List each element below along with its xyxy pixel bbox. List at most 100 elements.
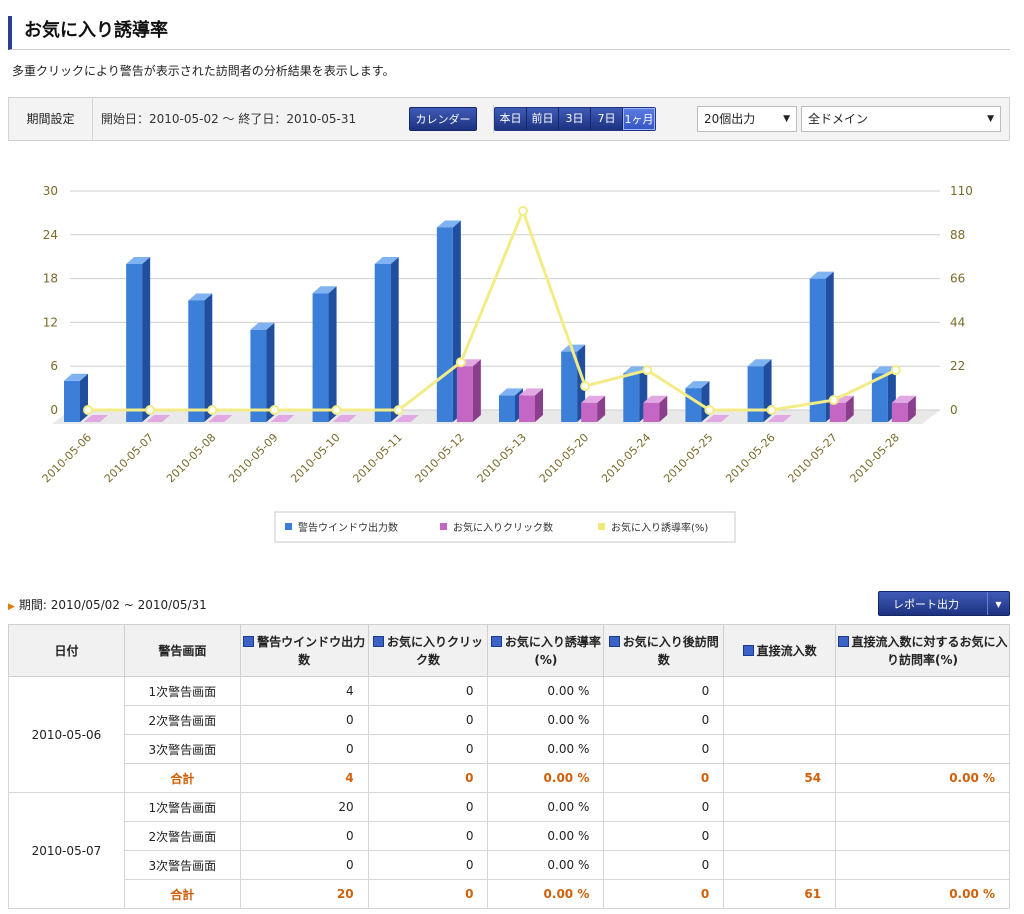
direct-cell (723, 850, 837, 880)
bar-click (643, 402, 660, 422)
x-tick-label: 2010-05-12 (413, 431, 467, 485)
x-tick-label: 2010-05-27 (785, 431, 839, 485)
column-header[interactable]: 直接流入数に対するお気に入り訪問率(%) (835, 624, 1010, 677)
chart-icon (243, 635, 255, 647)
period-label: 期間設定 (9, 98, 93, 140)
chart-floor (52, 410, 940, 424)
report-output-button[interactable]: レポート出力 ▼ (878, 591, 1010, 616)
domain-value: 全ドメイン (808, 112, 869, 126)
direct-cell (723, 821, 837, 851)
bar-click (456, 366, 473, 422)
chevron-down-icon: ▼ (783, 114, 790, 124)
x-tick-label: 2010-05-28 (848, 431, 902, 485)
bar-warn-side (142, 257, 151, 422)
legend-swatch (598, 523, 605, 530)
bar-click (829, 402, 846, 422)
column-header-label: お気に入りクリック数 (387, 634, 484, 667)
quick-range-button[interactable]: 前日 (527, 108, 559, 130)
bar-warn-side (204, 293, 213, 422)
quick-range-button[interactable]: 3日 (559, 108, 591, 130)
direct_rate-cell (835, 734, 1010, 764)
column-header-label: 警告画面 (158, 643, 207, 658)
legend-swatch (440, 523, 447, 530)
x-tick-label: 2010-05-26 (723, 431, 777, 485)
column-header[interactable]: 警告ウインドウ出力数 (239, 624, 369, 677)
column-header[interactable]: 直接流入数 (723, 624, 837, 677)
table-row: 3次警告画面 0 0 0.00 % 0 (9, 850, 1010, 880)
domain-select[interactable]: 全ドメイン ▼ (801, 106, 1001, 132)
click-cell: 0 (367, 821, 489, 851)
quick-range-button[interactable]: 1ヶ月 (623, 108, 655, 130)
bar-warn-side (328, 286, 337, 422)
bar-warn (623, 373, 640, 422)
x-tick-label: 2010-05-11 (350, 431, 404, 485)
direct-cell (723, 734, 837, 764)
y-tick-left: 30 (43, 184, 58, 198)
table-row: 2次警告画面 0 0 0.00 % 0 (9, 705, 1010, 735)
table-row: 3次警告画面 0 0 0.00 % 0 (9, 734, 1010, 764)
rate-point (145, 405, 156, 415)
rate-point (83, 405, 93, 415)
quick-range-button[interactable]: 本日 (495, 108, 527, 130)
rate-point (642, 365, 653, 376)
rate-cell: 0.00 % (487, 734, 605, 764)
screen-cell: 1次警告画面 (123, 676, 241, 706)
x-tick-label: 2010-05-09 (226, 431, 280, 485)
click-cell: 0 (367, 705, 489, 735)
legend-swatch (285, 523, 292, 530)
chart-icon (742, 644, 754, 656)
click-cell: 0 (367, 734, 489, 764)
y-tick-right: 110 (950, 184, 973, 198)
arrow-right-icon: ▶ (8, 602, 15, 612)
table-row: 合計 20 0 0.00 % 0 61 0.00 % (9, 879, 1010, 909)
direct_rate-cell: 0.00 % (835, 763, 1010, 793)
column-header[interactable]: お気に入り後訪問数 (603, 624, 725, 677)
x-tick-label: 2010-05-10 (288, 431, 342, 485)
bar-warn (312, 293, 329, 422)
output-count-select[interactable]: 20個出力 ▼ (697, 106, 797, 132)
bar-warn (747, 366, 764, 422)
column-header[interactable]: お気に入りクリック数 (367, 624, 489, 677)
chart-icon (490, 635, 502, 647)
click-cell: 0 (367, 792, 489, 822)
y-tick-left: 18 (43, 272, 58, 286)
y-tick-right: 66 (950, 272, 965, 286)
table-row: 2010-05-07 1次警告画面 20 0 0.00 % 0 (8, 792, 1010, 909)
bar-click (581, 402, 598, 422)
direct_rate-cell: 0.00 % (835, 879, 1010, 909)
calendar-button[interactable]: カレンダー (409, 107, 477, 131)
x-tick-label: 2010-05-06 (40, 431, 94, 485)
analysis-table: 日付 警告画面 警告ウインドウ出力数 お気に入りクリック数 お気に入り誘導率(%) お気に… (8, 624, 1010, 909)
date-range-text: 開始日：2010-05-02 ～ 終了日：2010-05-31 (101, 112, 357, 126)
after-cell: 0 (603, 792, 725, 822)
warn-cell: 20 (239, 792, 369, 822)
screen-cell: 2次警告画面 (123, 705, 241, 735)
page-description: 多重クリックにより警告が表示された訪問者の分析結果を表示します。 (12, 64, 395, 78)
bar-warn (499, 395, 515, 422)
chart-icon (608, 635, 620, 647)
quick-range-button[interactable]: 7日 (591, 108, 623, 130)
x-tick-label: 2010-05-24 (599, 431, 653, 485)
warn-cell: 0 (239, 734, 369, 764)
column-header[interactable]: お気に入り誘導率(%) (487, 624, 605, 677)
rate-cell: 0.00 % (487, 705, 605, 735)
click-cell: 0 (367, 676, 489, 706)
table-row: 2次警告画面 0 0 0.00 % 0 (9, 821, 1010, 851)
rate-cell: 0.00 % (487, 821, 605, 851)
rate-point (269, 405, 280, 415)
screen-cell: 3次警告画面 (123, 734, 241, 764)
rate-point (828, 395, 839, 406)
after-cell: 0 (603, 821, 725, 851)
direct-cell (723, 676, 837, 706)
bar-warn (436, 227, 453, 422)
bar-warn (188, 300, 205, 422)
period-toolbar: 期間設定 開始日：2010-05-02 ～ 終了日：2010-05-31 カレン… (8, 97, 1010, 141)
rate-point (455, 357, 466, 368)
rate-point (766, 405, 777, 415)
rate-point (393, 405, 404, 415)
column-header-label: お気に入り誘導率(%) (504, 634, 601, 667)
chevron-down-icon[interactable]: ▼ (987, 592, 1009, 615)
date-cell: 2010-05-06 (8, 676, 125, 793)
quick-range-group: 本日 前日 3日 7日 1ヶ月 (493, 105, 656, 133)
direct_rate-cell (835, 850, 1010, 880)
